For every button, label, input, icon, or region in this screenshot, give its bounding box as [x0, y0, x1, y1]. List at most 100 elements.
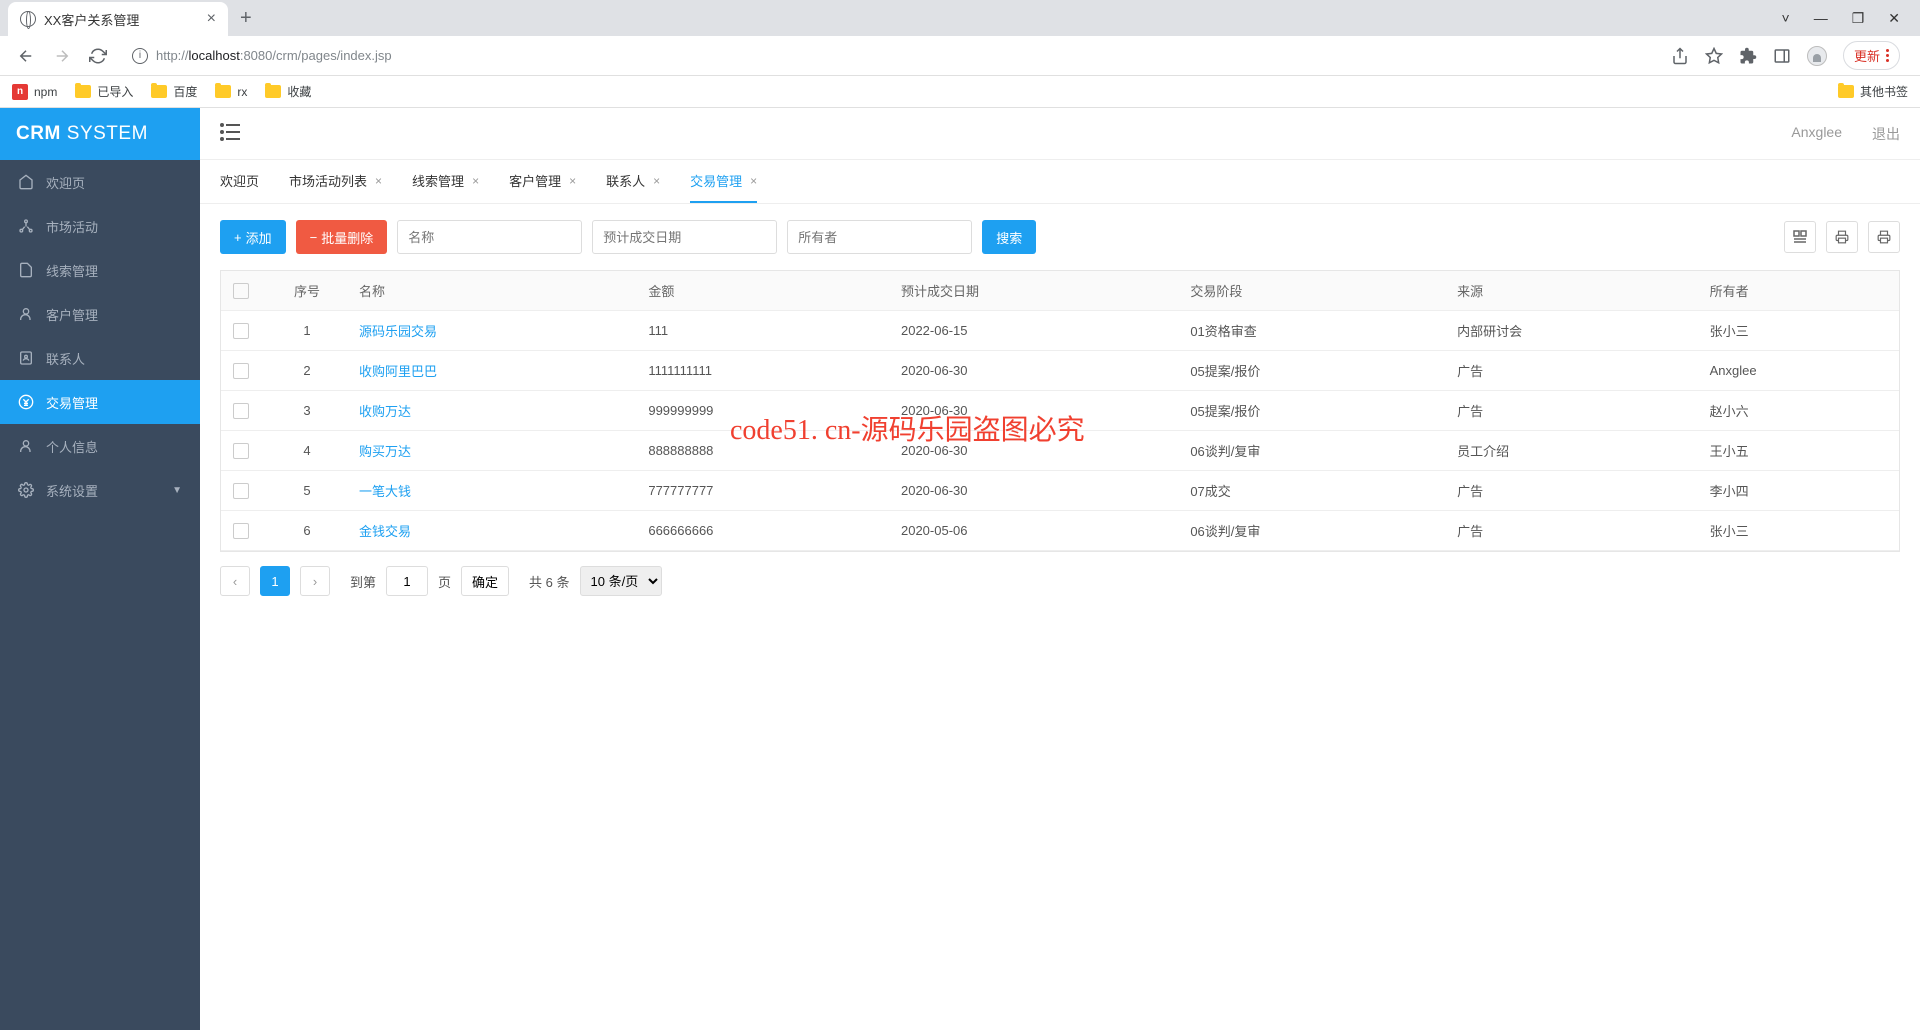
per-page-select[interactable]: 10 条/页 [580, 566, 662, 596]
cell-num: 1 [267, 311, 347, 351]
owner-input[interactable] [787, 220, 972, 254]
share-icon[interactable] [1671, 47, 1689, 65]
sidebar-item-label: 系统设置 [46, 481, 98, 500]
logout-link[interactable]: 退出 [1872, 124, 1900, 144]
deal-name-link[interactable]: 收购万达 [359, 404, 411, 419]
reload-button[interactable] [84, 42, 112, 70]
bookmark-star-icon[interactable] [1705, 47, 1723, 65]
search-button[interactable]: 搜索 [982, 220, 1036, 254]
browser-tab[interactable]: XX客户关系管理 × [8, 2, 228, 36]
tab-close-icon[interactable]: × [653, 174, 660, 188]
content-tab[interactable]: 交易管理× [690, 160, 757, 203]
cell-name: 一笔大钱 [347, 471, 636, 511]
name-input[interactable] [397, 220, 582, 254]
content-tab[interactable]: 市场活动列表× [289, 160, 382, 203]
sidebar-item-label: 联系人 [46, 349, 85, 368]
maximize-icon[interactable]: ❐ [1852, 10, 1865, 27]
cell-num: 5 [267, 471, 347, 511]
bookmark-item[interactable]: 百度 [151, 83, 197, 100]
folder-icon [1838, 85, 1854, 98]
tab-close-icon[interactable]: × [375, 174, 382, 188]
row-checkbox[interactable] [233, 523, 249, 539]
column-header: 序号 [267, 271, 347, 311]
sidebar-item-networking[interactable]: 市场活动 [0, 204, 200, 248]
update-button[interactable]: 更新 [1843, 41, 1900, 70]
url-input[interactable]: i http://localhost:8080/crm/pages/index.… [120, 41, 1663, 71]
sidebar-item-address[interactable]: 联系人 [0, 336, 200, 380]
row-checkbox[interactable] [233, 403, 249, 419]
cell-num: 4 [267, 431, 347, 471]
print-icon[interactable] [1826, 221, 1858, 253]
tab-close-icon[interactable]: × [472, 174, 479, 188]
date-input[interactable] [592, 220, 777, 254]
bookmark-label: npm [34, 85, 57, 99]
folder-icon [265, 85, 281, 98]
table-row: 4购买万达8888888882020-06-3006谈判/复审员工介绍王小五 [221, 431, 1899, 471]
sidebar-item-gear[interactable]: 系统设置▼ [0, 468, 200, 512]
app-container: CRMSYSTEM 欢迎页市场活动线索管理客户管理联系人交易管理个人信息系统设置… [0, 108, 1920, 1030]
deal-name-link[interactable]: 购买万达 [359, 444, 411, 459]
close-window-icon[interactable]: ✕ [1888, 10, 1900, 27]
cell-date: 2020-06-30 [889, 391, 1178, 431]
row-checkbox[interactable] [233, 443, 249, 459]
goto-confirm-button[interactable]: 确定 [461, 566, 509, 596]
other-bookmarks[interactable]: 其他书签 [1838, 83, 1908, 100]
new-tab-button[interactable]: + [240, 7, 252, 30]
sidepanel-icon[interactable] [1773, 47, 1791, 65]
bookmark-item[interactable]: rx [215, 83, 247, 100]
deal-name-link[interactable]: 收购阿里巴巴 [359, 364, 437, 379]
networking-icon [18, 218, 34, 234]
goto-page-input[interactable] [386, 566, 428, 596]
sidebar-item-label: 客户管理 [46, 305, 98, 324]
page-1-button[interactable]: 1 [260, 566, 290, 596]
site-info-icon[interactable]: i [132, 48, 148, 64]
content-tab[interactable]: 欢迎页 [220, 160, 259, 203]
bookmark-item[interactable]: 收藏 [265, 83, 311, 100]
tab-close-icon[interactable]: × [569, 174, 576, 188]
table-row: 5一笔大钱7777777772020-06-3007成交广告李小四 [221, 471, 1899, 511]
sidebar-item-account[interactable]: 个人信息 [0, 424, 200, 468]
bookmark-item[interactable]: 已导入 [75, 83, 133, 100]
user-name[interactable]: Anxglee [1791, 124, 1842, 144]
lead-icon [18, 262, 34, 278]
bookmark-label: rx [237, 85, 247, 99]
row-checkbox[interactable] [233, 323, 249, 339]
sidebar-item-label: 个人信息 [46, 437, 98, 456]
content-tab[interactable]: 联系人× [606, 160, 660, 203]
cell-owner: 赵小六 [1698, 391, 1899, 431]
sidebar-item-home[interactable]: 欢迎页 [0, 160, 200, 204]
cell-amount: 888888888 [636, 431, 889, 471]
batch-delete-button[interactable]: −批量删除 [296, 220, 388, 254]
dropdown-icon[interactable]: ˅ [1782, 10, 1790, 27]
sidebar-item-lead[interactable]: 线索管理 [0, 248, 200, 292]
deal-name-link[interactable]: 源码乐园交易 [359, 324, 437, 339]
tab-close-icon[interactable]: × [750, 174, 757, 188]
forward-button[interactable] [48, 42, 76, 70]
prev-page-button[interactable]: ‹ [220, 566, 250, 596]
select-all-checkbox[interactable] [233, 283, 249, 299]
minimize-icon[interactable]: — [1814, 10, 1828, 27]
row-checkbox[interactable] [233, 483, 249, 499]
sidebar-item-money[interactable]: 交易管理 [0, 380, 200, 424]
globe-icon [20, 11, 36, 27]
deal-name-link[interactable]: 金钱交易 [359, 524, 411, 539]
extensions-icon[interactable] [1739, 47, 1757, 65]
logo: CRMSYSTEM [0, 108, 200, 160]
hamburger-icon[interactable] [220, 123, 240, 144]
back-button[interactable] [12, 42, 40, 70]
tab-close-icon[interactable]: × [207, 10, 216, 28]
columns-icon[interactable] [1784, 221, 1816, 253]
sidebar-item-person[interactable]: 客户管理 [0, 292, 200, 336]
money-icon [18, 394, 34, 410]
content-tab[interactable]: 客户管理× [509, 160, 576, 203]
next-page-button[interactable]: › [300, 566, 330, 596]
row-checkbox[interactable] [233, 363, 249, 379]
tab-label: 欢迎页 [220, 171, 259, 190]
add-button[interactable]: +添加 [220, 220, 286, 254]
tab-title: XX客户关系管理 [44, 10, 139, 29]
profile-avatar-icon[interactable] [1807, 46, 1827, 66]
export-icon[interactable] [1868, 221, 1900, 253]
bookmark-item[interactable]: nnpm [12, 83, 57, 100]
content-tab[interactable]: 线索管理× [412, 160, 479, 203]
deal-name-link[interactable]: 一笔大钱 [359, 484, 411, 499]
